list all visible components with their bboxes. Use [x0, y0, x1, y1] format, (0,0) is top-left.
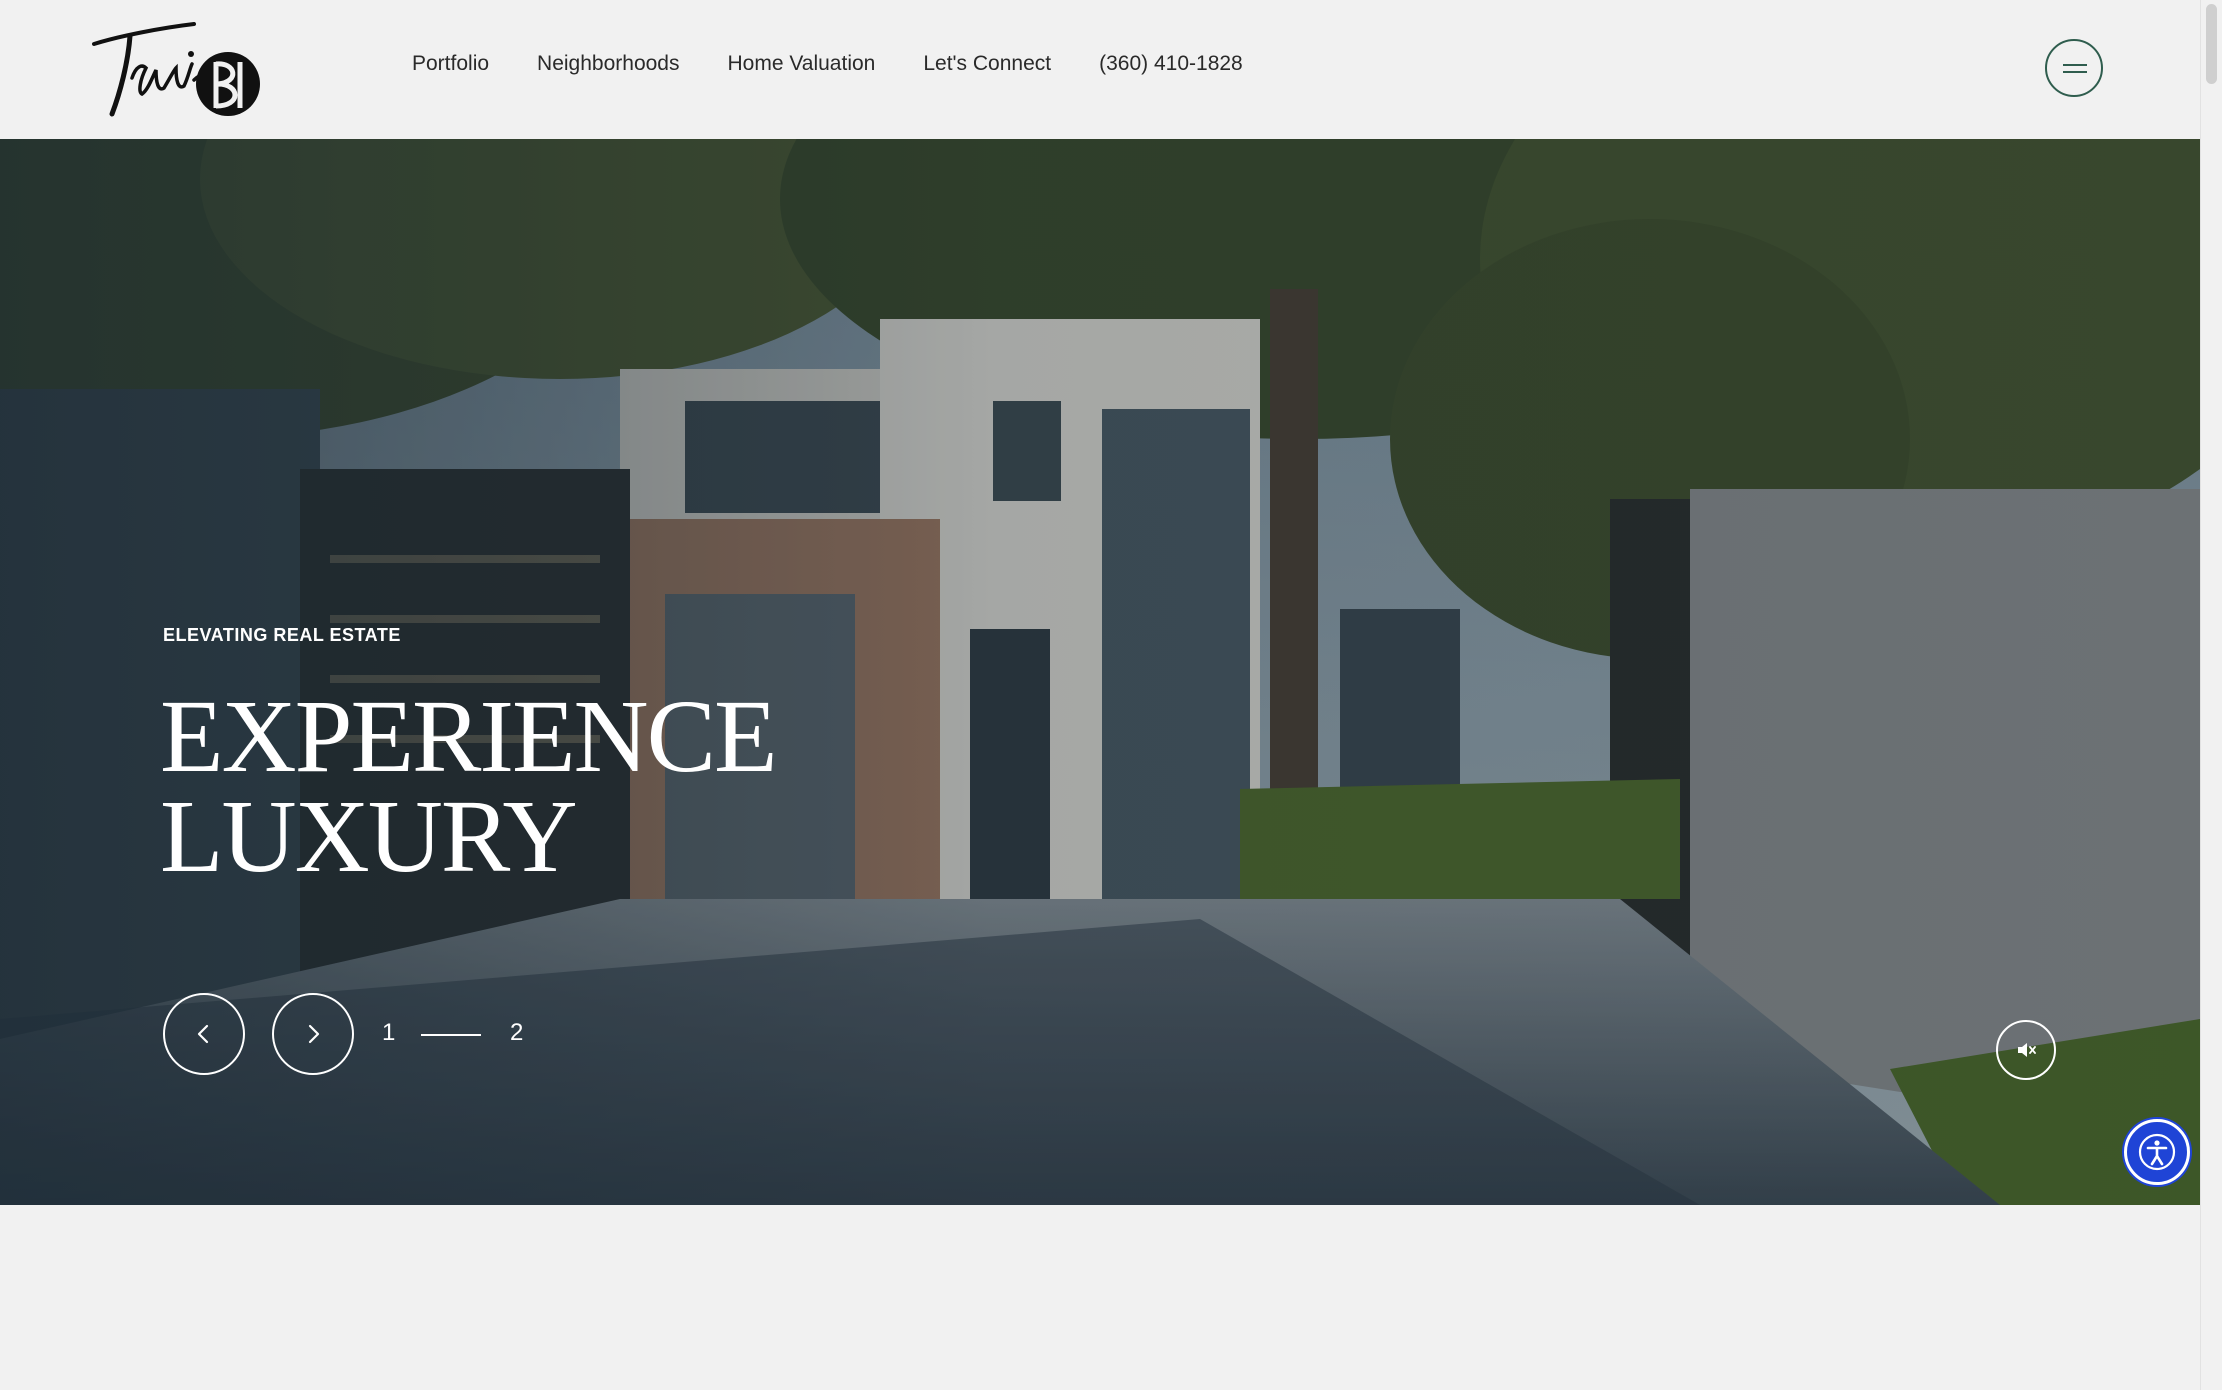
main-nav: Portfolio Neighborhoods Home Valuation L… — [412, 52, 1291, 76]
nav-lets-connect[interactable]: Let's Connect — [923, 52, 1051, 76]
scrollbar-thumb[interactable] — [2206, 4, 2217, 84]
hamburger-menu-button[interactable] — [2045, 39, 2103, 97]
hero-eyebrow: ELEVATING REAL ESTATE — [163, 625, 401, 645]
accessibility-widget-button[interactable] — [2124, 1119, 2190, 1185]
slide-progress-line — [421, 1034, 481, 1036]
site-header: Portfolio Neighborhoods Home Valuation L… — [0, 0, 2200, 139]
page-scrollbar[interactable] — [2200, 0, 2222, 1390]
brand-logo[interactable] — [90, 18, 270, 120]
hero-video: ELEVATING REAL ESTATE EXPERIENCE LUXURY … — [0, 139, 2200, 1205]
nav-neighborhoods[interactable]: Neighborhoods — [537, 52, 679, 76]
nav-phone-link[interactable]: (360) 410-1828 — [1099, 52, 1243, 76]
hero-headline-line-1: EXPERIENCE — [160, 679, 778, 794]
slider-prev-button[interactable] — [163, 993, 245, 1075]
accessibility-icon — [2138, 1133, 2176, 1171]
hero-headline: EXPERIENCE LUXURY — [160, 679, 778, 894]
speaker-muted-icon — [2018, 1043, 2036, 1057]
slide-current-number[interactable]: 1 — [382, 1019, 395, 1047]
hamburger-icon-line — [2063, 71, 2087, 73]
chevron-right-icon — [308, 1024, 320, 1044]
nav-portfolio[interactable]: Portfolio — [412, 52, 489, 76]
logo-mark-icon — [92, 22, 260, 117]
slide-total-number[interactable]: 2 — [510, 1019, 523, 1047]
hamburger-icon — [2063, 64, 2087, 66]
slider-next-button[interactable] — [272, 993, 354, 1075]
hero-headline-line-2: LUXURY — [160, 779, 578, 894]
video-mute-button[interactable] — [1996, 1020, 2056, 1080]
chevron-left-icon — [197, 1024, 209, 1044]
nav-home-valuation[interactable]: Home Valuation — [727, 52, 875, 76]
